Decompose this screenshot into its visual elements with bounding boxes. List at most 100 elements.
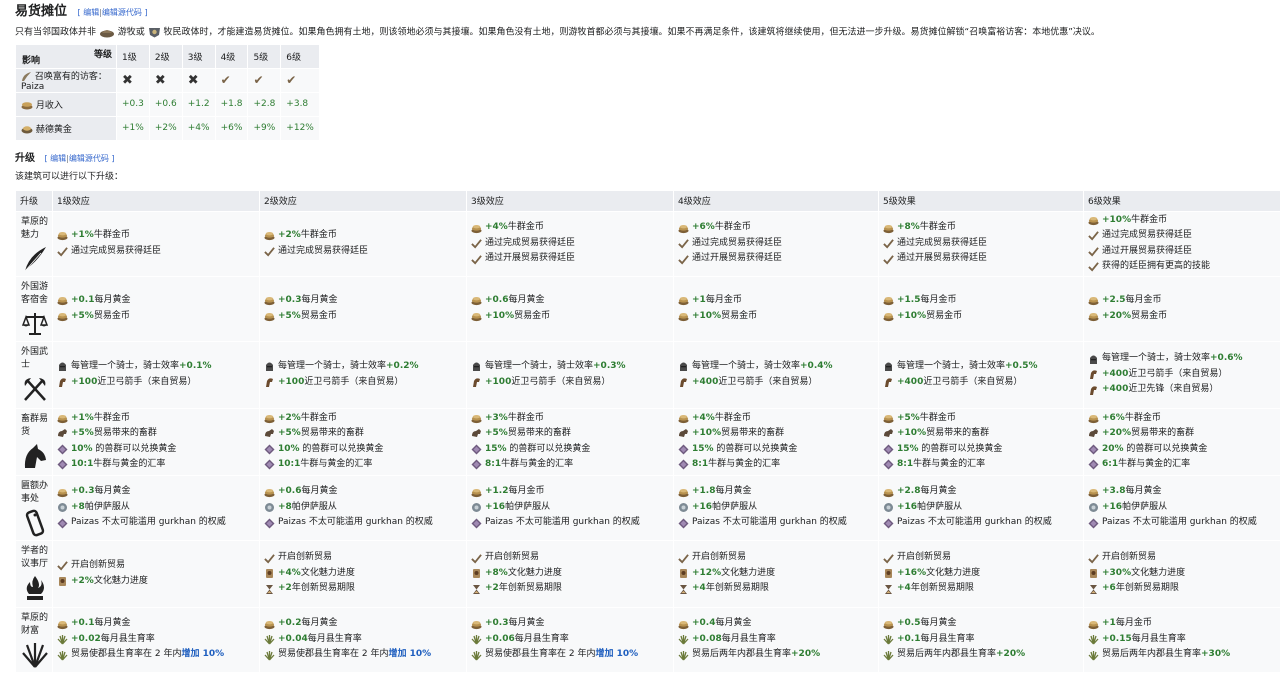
effect-value: +0.5% (1005, 361, 1038, 371)
effect-text: 近卫弓箭手（来自贸易） (718, 377, 817, 387)
effect-value: +10% (897, 428, 926, 438)
effect-cell: 开启创新贸易+30%文化魅力进度+6年创新贸易期限 (1084, 540, 1280, 607)
col-header: 5级效果 (879, 190, 1084, 211)
effect-line: +1%牛群金币 (57, 228, 255, 244)
effect-line: +5%贸易带来的畜群 (57, 426, 255, 442)
effect-line: 每管理一个骑士，骑士效率+0.2% (264, 359, 462, 375)
page-title: 易货摊位 [ 编辑|编辑源代码 ] (15, 0, 1280, 21)
effect-cell: +0.5每月黄金+0.1每月县生育率贸易后两年内郡县生育率+20% (879, 607, 1084, 672)
effect-line: 通过完成贸易获得廷臣 (57, 244, 255, 260)
effect-cell: +1.2每月金币+16帕伊萨服从Paizas 不太可能滥用 gurkhan 的权… (467, 475, 674, 540)
effect-line: +8帕伊萨服从 (264, 500, 462, 516)
level-header: 5级 (248, 44, 281, 68)
effect-text: 每月黄金 (94, 295, 130, 305)
troop-icon (1088, 502, 1099, 513)
effect-line: +5%贸易金币 (57, 309, 255, 325)
effect-text: 贸易后两年内郡县生育率 (1102, 649, 1201, 659)
check-icon (883, 553, 894, 564)
effect-line: +10%贸易金币 (471, 309, 669, 325)
effect-value: +0.2% (386, 361, 419, 371)
effect-value: +0.6 (278, 486, 301, 496)
level-cell: +12% (281, 116, 320, 140)
effect-value: +6% (1102, 413, 1125, 423)
effect-cell: +3%牛群金币+5%贸易带来的畜群15% 的兽群可以兑换黄金8:1牛群与黄金的汇… (467, 408, 674, 475)
corner-level: 等级 (94, 47, 112, 60)
grass-icon (1088, 634, 1099, 645)
level-cell: +0.6 (149, 92, 182, 116)
coins-icon (57, 230, 68, 241)
effect-value: +0.3 (71, 486, 94, 496)
upgrade-name-cell: 草原的财富 (16, 607, 53, 672)
gem-icon (678, 444, 689, 455)
effect-value: 10% (71, 444, 93, 454)
nomad-icon (99, 27, 115, 38)
coins-icon (57, 487, 68, 498)
effect-text: 贸易带来的畜群 (926, 428, 989, 438)
effect-value: +16 (692, 502, 712, 512)
gem-icon (471, 518, 482, 529)
effect-text: 近卫弓箭手（来自贸易） (97, 377, 196, 387)
effect-text: 开启创新贸易 (692, 552, 746, 562)
coins-icon (678, 295, 689, 306)
edit-link[interactable]: 编辑 (83, 8, 99, 17)
grass-icon (678, 634, 689, 645)
effect-value: +10% (1102, 215, 1131, 225)
effect-value: +8% (485, 568, 508, 578)
gem-icon (678, 459, 689, 470)
coins-icon (1088, 413, 1099, 424)
effect-line: +1.2每月金币 (471, 484, 669, 500)
effect-line: 贸易后两年内郡县生育率+30% (1088, 647, 1276, 663)
gem-icon (264, 518, 275, 529)
effect-value: +5% (278, 311, 301, 321)
axes-icon (21, 375, 49, 403)
effect-value: 8:1 (485, 459, 501, 469)
coins-icon (1088, 311, 1099, 322)
upgrades-subtitle: 该建筑可以进行以下升级： (15, 171, 1280, 183)
effect-line: +20%贸易金币 (1088, 309, 1276, 325)
effect-line: Paizas 不太可能滥用 gurkhan 的权威 (883, 515, 1079, 531)
gold-icon (21, 124, 33, 134)
edit-source-link[interactable]: 编辑源代码 (102, 8, 142, 17)
effect-line: +400近卫弓箭手（来自贸易） (1088, 367, 1276, 383)
edit-link[interactable]: 编辑 (50, 154, 66, 163)
effect-line: 获得的廷臣拥有更高的技能 (1088, 259, 1276, 275)
effect-value: +2 (485, 583, 499, 593)
effect-text: 贸易带来的畜群 (301, 428, 364, 438)
effect-text: 开启创新贸易 (485, 552, 539, 562)
effect-cell: 开启创新贸易+16%文化魅力进度+4年创新贸易期限 (879, 540, 1084, 607)
effect-line: +4%文化魅力进度 (264, 566, 462, 582)
effect-value: +0.3 (278, 295, 301, 305)
upgrade-name: 匾额办事处 (21, 480, 49, 506)
effect-line: 开启创新贸易 (1088, 550, 1276, 566)
effect-text: 近卫弓箭手（来自贸易） (923, 377, 1022, 387)
upgrade-name: 外国武士 (21, 346, 49, 372)
level-cell: +2% (149, 116, 182, 140)
effect-line: +0.08每月县生育率 (678, 632, 874, 648)
effect-text: 开启创新贸易 (1102, 552, 1156, 562)
effect-cell: +1.5每月金币+10%贸易金币 (879, 276, 1084, 341)
effect-line: +0.4每月黄金 (678, 616, 874, 632)
effect-cell: +1%牛群金币通过完成贸易获得廷臣 (53, 211, 260, 276)
effect-text: 帕伊萨服从 (85, 502, 130, 512)
effect-line: +2%文化魅力进度 (57, 574, 255, 590)
effect-line: 每管理一个骑士，骑士效率+0.3% (471, 359, 669, 375)
effect-line: +1.8每月黄金 (678, 484, 874, 500)
effect-text: 年创新贸易期限 (499, 583, 562, 593)
effect-cell: +2%牛群金币+5%贸易带来的畜群10% 的兽群可以兑换黄金10:1牛群与黄金的… (260, 408, 467, 475)
herd-icon (883, 428, 894, 439)
effect-text: 贸易使郡县生育率在 2 年内 (278, 649, 388, 659)
effect-line: +100近卫弓箭手（来自贸易） (471, 375, 669, 391)
level-cell: +4% (182, 116, 215, 140)
check-icon (1088, 261, 1099, 272)
edit-source-link[interactable]: 编辑源代码 (69, 154, 109, 163)
level-header: 3级 (182, 44, 215, 68)
effect-text: 每月黄金 (715, 486, 751, 496)
effect-text: 每月县生育率 (515, 634, 569, 644)
effect-cell: 每管理一个骑士，骑士效率+0.2%+100近卫弓箭手（来自贸易） (260, 341, 467, 408)
effect-value: +100 (485, 377, 511, 387)
table-row: 畜群易货+1%牛群金币+5%贸易带来的畜群10% 的兽群可以兑换黄金10:1牛群… (16, 408, 1280, 475)
gem-icon (471, 459, 482, 470)
col-header: 4级效应 (674, 190, 879, 211)
effect-line: +10%贸易金币 (883, 309, 1079, 325)
coins-icon (1088, 619, 1099, 630)
